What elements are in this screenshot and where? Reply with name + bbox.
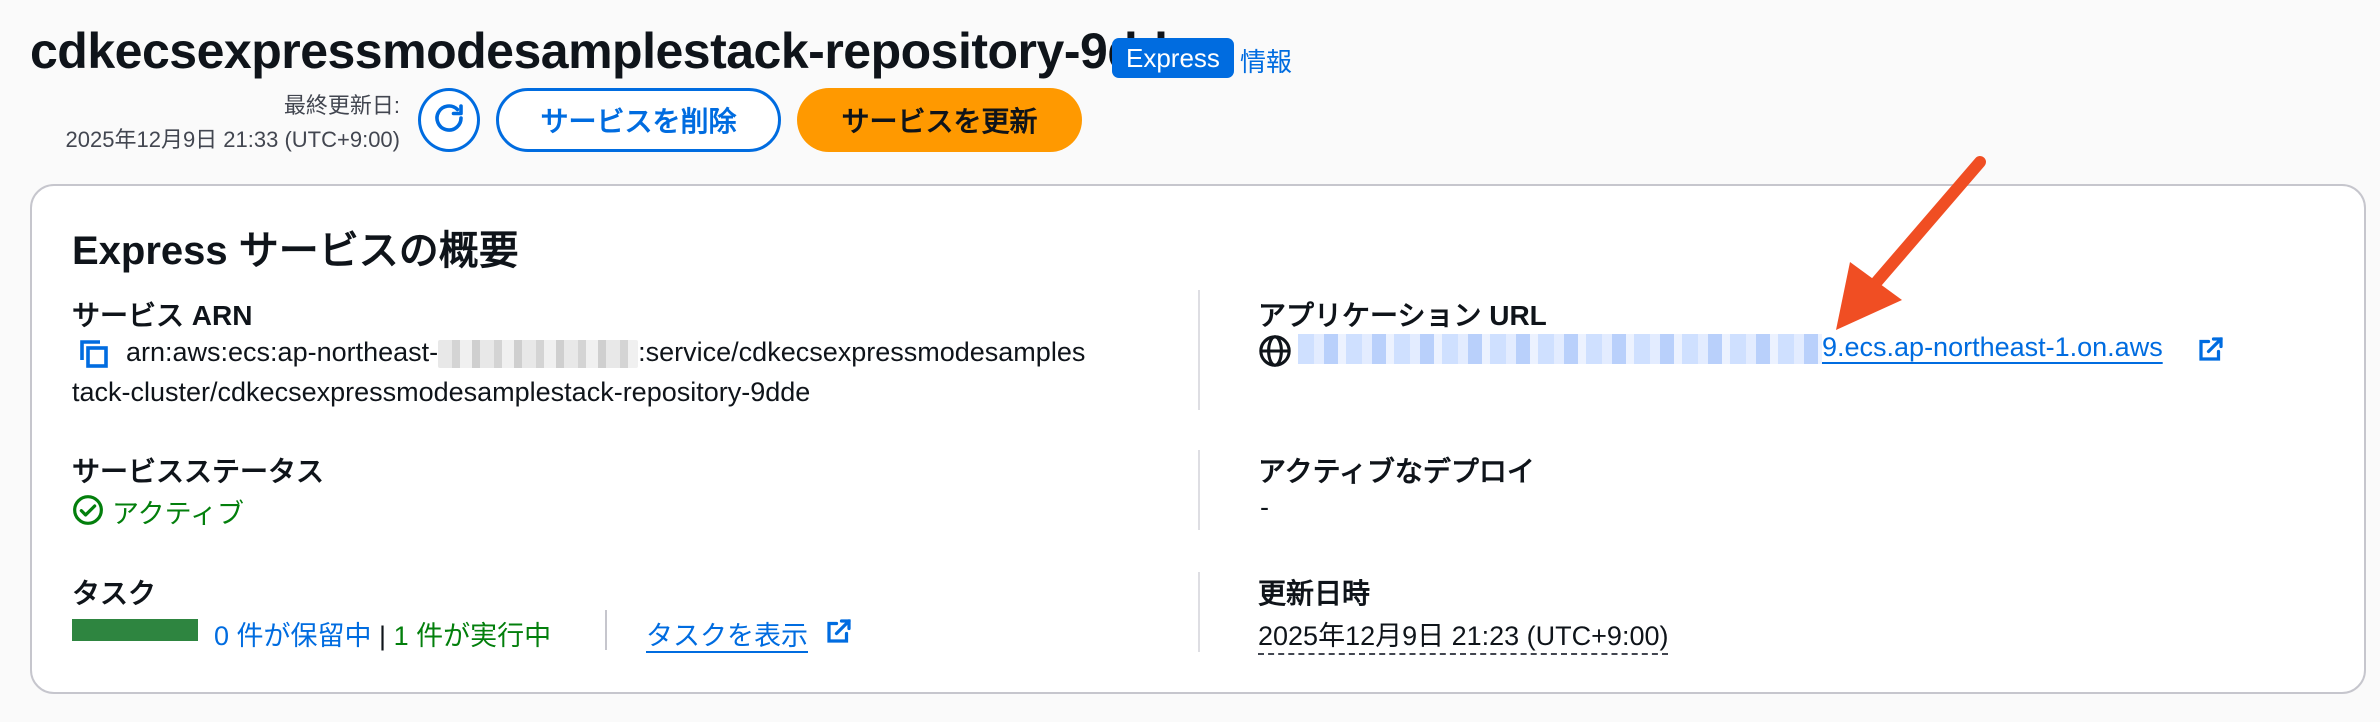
tasks-separator: [605, 610, 607, 650]
status-check-icon: [72, 494, 104, 531]
external-link-icon[interactable]: [824, 616, 854, 651]
column-divider: [1198, 572, 1200, 652]
annotation-arrow-icon: [1820, 150, 2010, 345]
service-arn-value-line2: tack-cluster/cdkecsexpressmodesamplestac…: [72, 377, 811, 407]
active-deployment-value: -: [1260, 492, 1269, 522]
express-badge: Express: [1112, 38, 1234, 78]
refresh-button[interactable]: [418, 88, 480, 152]
delete-service-button[interactable]: サービスを削除: [496, 88, 781, 152]
view-tasks-link[interactable]: タスクを表示: [646, 614, 808, 653]
globe-icon: [1258, 334, 1292, 373]
service-status-value: アクティブ: [112, 499, 245, 529]
service-arn-value: arn:aws:ecs:ap-northeast-:service/cdkecs…: [126, 337, 1086, 368]
overview-title: Express サービスの概要: [72, 229, 519, 273]
update-service-button[interactable]: サービスを更新: [797, 88, 1082, 152]
refresh-icon: [431, 100, 467, 141]
application-url-link[interactable]: 9.ecs.ap-northeast-1.on.aws: [1298, 332, 2163, 364]
info-link[interactable]: 情報: [1240, 42, 1292, 79]
last-updated-label: 最終更新日:: [283, 93, 400, 118]
task-progress-bar: [72, 619, 198, 641]
external-link-icon[interactable]: [2196, 334, 2226, 369]
updated-at-value: 2025年12月9日 21:23 (UTC+9:00): [1258, 614, 1669, 655]
tasks-label: タスク: [72, 578, 157, 609]
copy-icon[interactable]: [76, 336, 112, 377]
column-divider: [1198, 450, 1200, 530]
pending-count: 0 件が保留中: [214, 621, 372, 651]
redacted-url-prefix: [1298, 333, 1822, 364]
last-updated-value: 2025年12月9日 21:33 (UTC+9:00): [65, 127, 400, 152]
task-count-separator: |: [379, 621, 387, 651]
task-counts: 0 件が保留中 | 1 件が実行中: [214, 614, 551, 653]
application-url-label: アプリケーション URL: [1258, 300, 1547, 331]
column-divider: [1198, 290, 1200, 410]
service-status-label: サービスステータス: [72, 456, 325, 487]
running-count: 1 件が実行中: [393, 621, 552, 651]
page-title: cdkecsexpressmodesamplestack-repository-…: [30, 23, 1195, 79]
redacted-account-id: [438, 339, 639, 368]
service-arn-label: サービス ARN: [72, 300, 253, 331]
updated-at-label: 更新日時: [1258, 578, 1371, 609]
active-deployment-label: アクティブなデプロイ: [1258, 456, 1535, 487]
